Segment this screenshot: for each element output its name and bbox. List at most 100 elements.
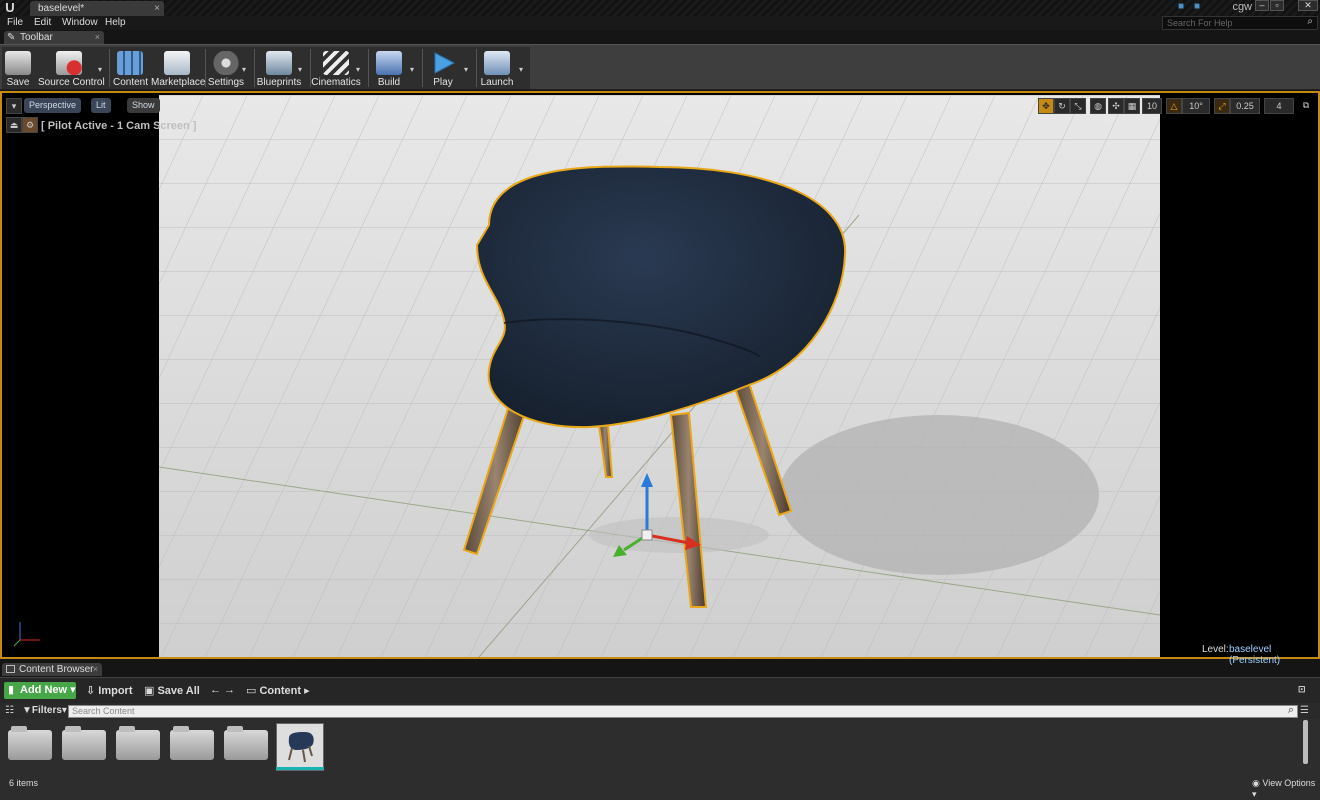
blueprints-button[interactable]: Blueprints bbox=[256, 47, 302, 89]
cinematics-button[interactable]: Cinematics bbox=[310, 47, 362, 89]
content-label: Content bbox=[113, 77, 149, 88]
scale-snap-text: 0.25 bbox=[1236, 101, 1254, 111]
maximize-viewport-icon[interactable]: ⧉ bbox=[1300, 98, 1312, 114]
menu-help[interactable]: Help bbox=[105, 17, 126, 28]
cinematics-dropdown-icon[interactable]: ▾ bbox=[356, 65, 364, 74]
content-browser-tab[interactable]: Content Browser × bbox=[2, 663, 102, 676]
scale-snap-value[interactable]: 0.25 bbox=[1230, 98, 1260, 114]
user-name[interactable]: cgw bbox=[1232, 1, 1252, 13]
eject-icon[interactable]: ⏏ bbox=[6, 117, 22, 133]
close-icon[interactable]: × bbox=[95, 31, 100, 44]
build-button[interactable]: Build bbox=[372, 47, 406, 89]
settings-button[interactable]: Settings bbox=[206, 47, 246, 89]
save-search-icon[interactable]: ☰ bbox=[1300, 705, 1309, 716]
add-new-button[interactable]: ▮ Add New ▾ bbox=[4, 682, 76, 699]
grid-snap-value[interactable]: 10 bbox=[1142, 98, 1162, 114]
settings-icon bbox=[213, 51, 239, 75]
toolbar-icon: ✎ bbox=[7, 32, 16, 43]
level-viewport[interactable]: ▾ Perspective Lit Show ⏏ ⚙ [ Pilot Activ… bbox=[0, 91, 1320, 666]
feedback-icon[interactable]: ■ bbox=[1178, 2, 1190, 12]
content-browser-icon bbox=[6, 665, 15, 673]
camera-speed-button[interactable]: 4 bbox=[1264, 98, 1294, 114]
save-icon bbox=[5, 51, 31, 75]
chevron-down-icon: ▾ bbox=[61, 705, 67, 716]
close-icon[interactable]: × bbox=[93, 663, 98, 676]
content-browser-panel: ▮ Add New ▾ ⇩ Import ▣ Save All ← → ▭ Co… bbox=[0, 677, 1320, 800]
surface-snap-icon[interactable]: ✣ bbox=[1108, 98, 1124, 114]
settings-label: Settings bbox=[207, 77, 245, 88]
forward-arrow-icon[interactable]: → bbox=[224, 684, 235, 696]
path-breadcrumb[interactable]: ▭ Content ▸ bbox=[246, 684, 310, 697]
world-local-icon[interactable]: ◍ bbox=[1090, 98, 1106, 114]
close-window-button[interactable]: ✕ bbox=[1298, 0, 1318, 11]
lit-button[interactable]: Lit bbox=[91, 98, 111, 113]
settings-dropdown-icon[interactable]: ▾ bbox=[242, 65, 250, 74]
scale-mode-icon[interactable]: ⤡ bbox=[1070, 98, 1086, 114]
folder-icon: ▭ bbox=[246, 685, 260, 697]
main-toolbar: Save Source Control ▾ Content Marketplac… bbox=[0, 44, 1320, 90]
save-all-label: Save All bbox=[157, 685, 200, 697]
translate-mode-icon[interactable]: ✥ bbox=[1038, 98, 1054, 114]
notification-icon[interactable]: ■ bbox=[1194, 2, 1206, 12]
source-control-button[interactable]: Source Control bbox=[38, 47, 105, 89]
title-bar: U baselevel* × ■ ■ cgw – ▫ ✕ bbox=[0, 0, 1320, 16]
perspective-button[interactable]: Perspective bbox=[24, 98, 82, 113]
content-scrollbar[interactable] bbox=[1303, 720, 1308, 764]
import-button[interactable]: ⇩ Import bbox=[86, 684, 133, 697]
folder-item[interactable] bbox=[62, 726, 106, 760]
pilot-icon[interactable]: ⚙ bbox=[22, 117, 38, 133]
scale-snap-icon[interactable]: ⤢ bbox=[1214, 98, 1230, 114]
lock-icon[interactable]: ⊡ bbox=[1298, 684, 1306, 695]
play-icon bbox=[430, 51, 456, 75]
blueprints-dropdown-icon[interactable]: ▾ bbox=[298, 65, 306, 74]
maximize-button[interactable]: ▫ bbox=[1270, 0, 1284, 11]
launch-dropdown-icon[interactable]: ▾ bbox=[519, 65, 527, 74]
marketplace-button[interactable]: Marketplace bbox=[151, 47, 205, 89]
chair-asset-thumbnail[interactable] bbox=[276, 723, 324, 771]
save-label: Save bbox=[6, 77, 30, 88]
items-count: 6 items bbox=[9, 778, 39, 788]
content-browser-tab-label: Content Browser bbox=[19, 664, 94, 675]
back-arrow-icon[interactable]: ← bbox=[210, 684, 221, 696]
show-button[interactable]: Show bbox=[127, 98, 160, 113]
save-button[interactable]: Save bbox=[2, 47, 34, 89]
folder-item[interactable] bbox=[224, 726, 268, 760]
leg-shadow bbox=[589, 517, 769, 553]
rotation-snap-value[interactable]: 10° bbox=[1182, 98, 1210, 114]
toolbar-divider bbox=[109, 49, 110, 87]
folder-item[interactable] bbox=[8, 726, 52, 760]
play-button[interactable]: Play bbox=[426, 47, 460, 89]
menu-file[interactable]: File bbox=[7, 17, 23, 28]
menu-window[interactable]: Window bbox=[62, 17, 98, 28]
play-dropdown-icon[interactable]: ▾ bbox=[464, 65, 472, 74]
add-new-label: Add New bbox=[20, 684, 68, 696]
menu-edit[interactable]: Edit bbox=[34, 17, 51, 28]
content-button[interactable]: Content bbox=[113, 47, 149, 89]
toolbar-tab[interactable]: ✎ Toolbar × bbox=[4, 31, 104, 44]
save-all-button[interactable]: ▣ Save All bbox=[144, 684, 200, 697]
level-tab[interactable]: baselevel* × bbox=[30, 1, 164, 16]
minimize-button[interactable]: – bbox=[1255, 0, 1269, 11]
level-tab-label: baselevel* bbox=[38, 3, 85, 14]
search-content-input[interactable]: Search Content ⌕ bbox=[68, 705, 1298, 718]
close-icon[interactable]: × bbox=[154, 1, 160, 16]
help-search-input[interactable]: Search For Help ⌕ bbox=[1162, 16, 1318, 30]
folder-item[interactable] bbox=[116, 726, 160, 760]
rotate-mode-icon[interactable]: ↻ bbox=[1054, 98, 1070, 114]
viewport-options-button[interactable]: ▾ bbox=[6, 98, 22, 114]
source-control-dropdown-icon[interactable]: ▾ bbox=[98, 65, 106, 74]
folder-item[interactable] bbox=[170, 726, 214, 760]
rotation-snap-icon[interactable]: △ bbox=[1166, 98, 1182, 114]
sources-toggle-icon[interactable]: ☷ bbox=[5, 705, 14, 716]
content-icon bbox=[117, 51, 143, 75]
filter-row: ☷ ▼Filters▾ Search Content ⌕ ☰ bbox=[0, 703, 1320, 719]
launch-button[interactable]: Launch bbox=[478, 47, 516, 89]
view-options-button[interactable]: ◉ View Options ▾ bbox=[1252, 778, 1320, 800]
filters-button[interactable]: ▼Filters▾ bbox=[22, 705, 67, 716]
gizmo-center[interactable] bbox=[641, 529, 653, 541]
build-dropdown-icon[interactable]: ▾ bbox=[410, 65, 418, 74]
grid-snap-icon[interactable]: ▦ bbox=[1124, 98, 1140, 114]
save-all-icon: ▣ bbox=[144, 685, 158, 697]
build-icon bbox=[376, 51, 402, 75]
viewport-scene[interactable] bbox=[159, 95, 1160, 657]
